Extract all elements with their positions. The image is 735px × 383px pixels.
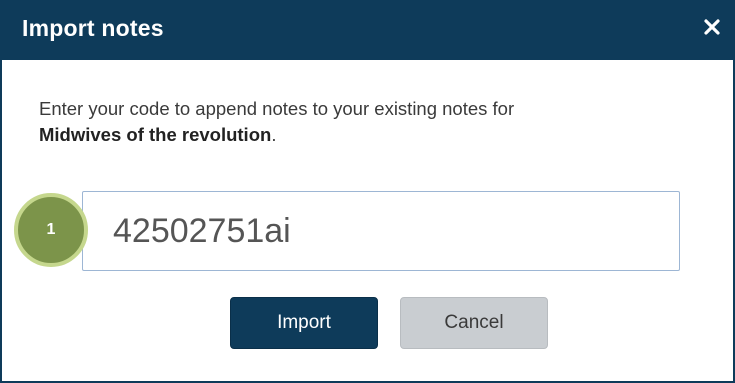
message-suffix: . bbox=[271, 124, 277, 145]
dialog-title: Import notes bbox=[22, 15, 164, 41]
code-input[interactable] bbox=[82, 191, 680, 271]
close-icon[interactable] bbox=[699, 14, 725, 40]
import-notes-dialog: Import notes Enter your code to append n… bbox=[0, 0, 735, 383]
step-number-badge: 1 bbox=[14, 193, 88, 267]
cancel-button[interactable]: Cancel bbox=[400, 297, 548, 349]
step-number: 1 bbox=[46, 221, 56, 238]
dialog-message: Enter your code to append notes to your … bbox=[39, 96, 699, 148]
message-prefix: Enter your code to append notes to your … bbox=[39, 98, 515, 119]
import-button[interactable]: Import bbox=[230, 297, 378, 349]
book-title: Midwives of the revolution bbox=[39, 124, 272, 145]
dialog-title-bar: Import notes bbox=[0, 0, 735, 60]
